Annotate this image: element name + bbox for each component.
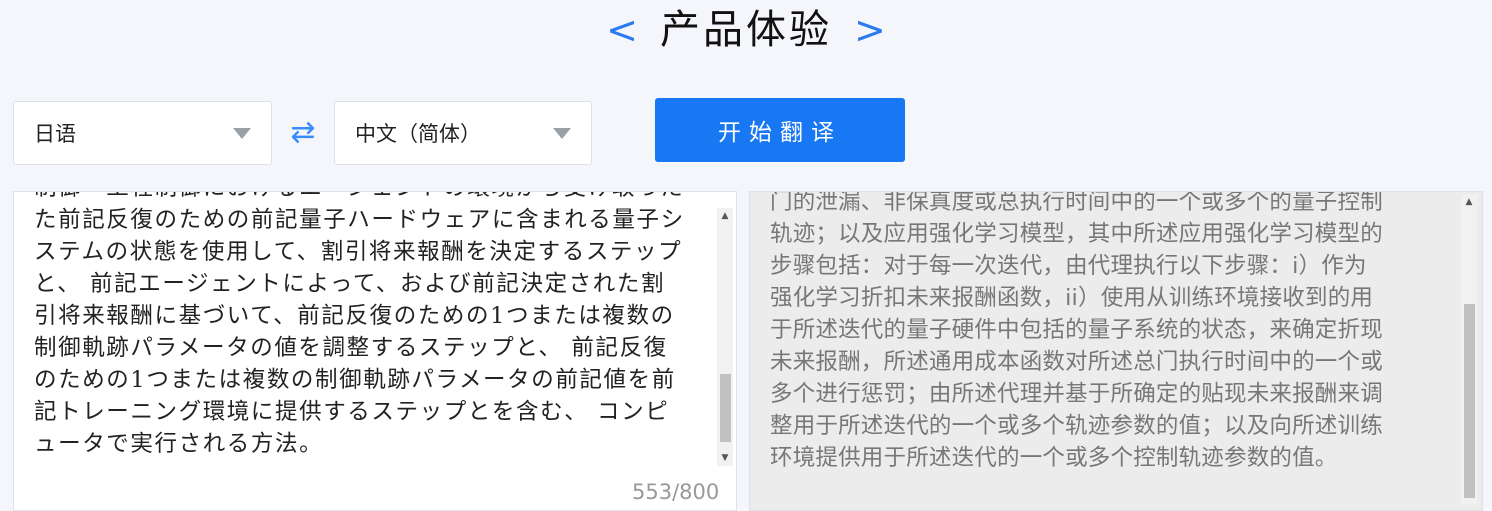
source-language-select[interactable]: 日语 xyxy=(13,101,272,165)
next-arrow-icon[interactable]: > xyxy=(854,11,886,49)
scroll-up-icon[interactable]: ▲ xyxy=(717,208,733,224)
target-language-label: 中文（简体） xyxy=(355,122,481,146)
translation-output: 门的泄漏、非保真度或总执行时间中的一个或多个的量子控制 轨迹；以及应用强化学习模… xyxy=(770,191,1383,471)
char-count: 553/800 xyxy=(632,480,720,504)
chevron-down-icon xyxy=(553,127,571,139)
source-textarea[interactable]: 制御・工程制御におけるエージェントの環境から受け取った た前記反復のための前記量… xyxy=(34,192,714,460)
source-text-panel[interactable]: 制御・工程制御におけるエージェントの環境から受け取った た前記反復のための前記量… xyxy=(13,191,737,511)
target-language-select[interactable]: 中文（简体） xyxy=(334,101,592,165)
swap-languages-icon[interactable]: ⇄ xyxy=(285,116,321,150)
source-scrollbar[interactable]: ▲ ▼ xyxy=(717,208,733,466)
target-scrollbar[interactable]: ▲ ▼ xyxy=(1461,194,1477,504)
page-title: 产品体验 xyxy=(660,7,832,53)
target-text-panel: 门的泄漏、非保真度或总执行时间中的一个或多个的量子控制 轨迹；以及应用强化学习模… xyxy=(749,191,1483,511)
translate-button[interactable]: 开始翻译 xyxy=(655,98,905,162)
prev-arrow-icon[interactable]: < xyxy=(606,11,638,49)
scroll-down-icon[interactable]: ▼ xyxy=(717,450,733,466)
chevron-down-icon xyxy=(233,127,251,139)
scroll-up-icon[interactable]: ▲ xyxy=(1461,194,1477,210)
scroll-thumb[interactable] xyxy=(1464,304,1475,498)
header: < 产品体验 > xyxy=(0,0,1492,60)
source-language-label: 日语 xyxy=(34,122,76,146)
scroll-thumb[interactable] xyxy=(720,374,731,442)
